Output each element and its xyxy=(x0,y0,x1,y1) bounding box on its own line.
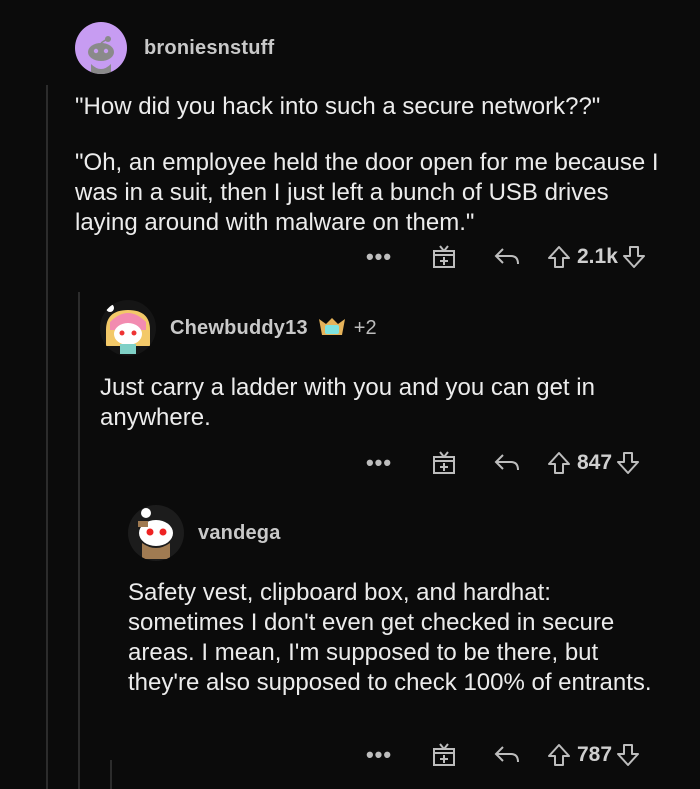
username[interactable]: vandega xyxy=(198,522,281,545)
username[interactable]: Chewbuddy13 xyxy=(170,317,308,340)
comment-actions: ••• 847 xyxy=(365,450,640,476)
downvote-icon[interactable] xyxy=(622,245,646,269)
comment-header: broniesnstuff xyxy=(75,22,675,74)
thread-line[interactable] xyxy=(110,760,112,789)
reply-icon[interactable] xyxy=(493,744,521,766)
comment-header: Chewbuddy13 +2 xyxy=(100,300,670,356)
downvote-icon[interactable] xyxy=(616,451,640,475)
upvote-icon[interactable] xyxy=(547,451,571,475)
upvote-icon[interactable] xyxy=(547,743,571,767)
downvote-icon[interactable] xyxy=(616,743,640,767)
snoo-avatar-icon xyxy=(138,508,173,559)
comment-text: Safety vest, clipboard box, and hardhat:… xyxy=(128,579,652,696)
award-count: +2 xyxy=(353,316,377,339)
reply-icon[interactable] xyxy=(493,452,521,474)
avatar[interactable] xyxy=(75,22,127,74)
more-options-icon[interactable]: ••• xyxy=(365,450,393,476)
comment: vandega Safety vest, clipboard box, and … xyxy=(128,505,668,698)
more-options-icon[interactable]: ••• xyxy=(365,244,393,270)
vote-count: 2.1k xyxy=(577,245,618,268)
more-options-icon[interactable]: ••• xyxy=(365,742,393,768)
comment-text: "How did you hack into such a secure net… xyxy=(75,93,601,120)
award-icon[interactable] xyxy=(431,742,457,768)
user-badge-icon xyxy=(316,315,348,341)
award-icon[interactable] xyxy=(431,450,457,476)
comment: Chewbuddy13 +2 Just carry a ladder with … xyxy=(100,300,670,433)
comment-text: "Oh, an employee held the door open for … xyxy=(75,149,659,236)
reply-icon[interactable] xyxy=(493,246,521,268)
comment: broniesnstuff "How did you hack into suc… xyxy=(75,22,675,238)
thread-line[interactable] xyxy=(78,292,80,789)
username[interactable]: broniesnstuff xyxy=(144,37,274,60)
comment-header: vandega xyxy=(128,505,668,561)
snoo-avatar-icon xyxy=(88,36,114,74)
vote-count: 847 xyxy=(577,451,613,474)
avatar[interactable] xyxy=(100,300,156,356)
thread-line[interactable] xyxy=(46,85,48,789)
comment-text: Just carry a ladder with you and you can… xyxy=(100,374,595,431)
award-icon[interactable] xyxy=(431,244,457,270)
upvote-icon[interactable] xyxy=(547,245,571,269)
avatar[interactable] xyxy=(128,505,184,561)
comment-actions: ••• 2.1k xyxy=(365,244,646,270)
snoo-avatar-icon xyxy=(106,304,150,354)
comment-actions: ••• 787 xyxy=(365,742,640,768)
vote-count: 787 xyxy=(577,743,613,766)
